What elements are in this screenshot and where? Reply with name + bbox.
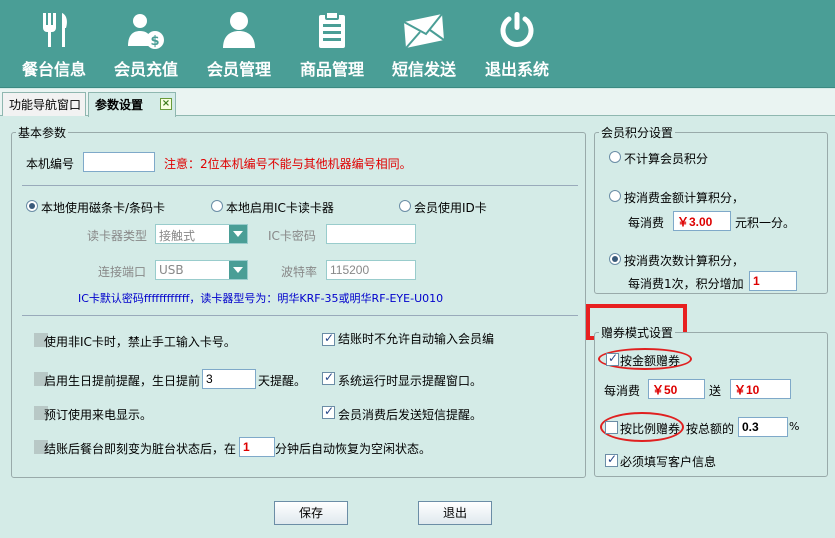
radio-id-card[interactable] — [399, 200, 411, 212]
toolbar-label: 餐台信息 — [21, 60, 86, 79]
dirty-minutes-input[interactable] — [239, 437, 275, 457]
amount-post-label: 元积一分。 — [735, 216, 796, 230]
chk-customer-info[interactable] — [605, 452, 618, 467]
chk-coupon-by-amount-label: 按金额赠券 — [620, 354, 681, 368]
toolbar-button-table-info[interactable]: 餐台信息 — [16, 0, 92, 88]
count-pre-label: 每消费1次，积分增加 — [628, 277, 744, 291]
machine-number-label: 本机编号 — [26, 157, 75, 171]
tab-bar: 功能导航窗口 参数设置 × — [0, 89, 835, 117]
port-label: 连接端口 — [98, 265, 147, 279]
machine-number-note: 注意：2位本机编号不能与其他机器编号相同。 — [164, 157, 412, 171]
chk-customer-info-label: 必须填写客户信息 — [620, 455, 717, 469]
chk-coupon-by-amount[interactable] — [606, 351, 619, 366]
tab-label: 功能导航窗口 — [9, 98, 82, 112]
radio-no-points[interactable] — [609, 151, 621, 163]
ic-password-input[interactable] — [326, 224, 416, 244]
reader-type-select[interactable]: 接触式 — [155, 224, 248, 244]
power-icon — [495, 8, 539, 52]
coupon-ratio-label: 按总额的 — [686, 422, 735, 436]
toolbar-button-member-manage[interactable]: 会员管理 — [201, 0, 277, 88]
toolbar-label: 商品管理 — [299, 60, 364, 79]
divider — [22, 315, 578, 316]
radio-points-by-count[interactable] — [609, 253, 621, 265]
port-value: USB — [159, 263, 184, 277]
reader-type-value: 接触式 — [159, 229, 196, 243]
coupon-ratio-input[interactable] — [738, 417, 788, 437]
chk-dirty-table-label: 结账后餐台即刻变为脏台状态后，在 — [44, 442, 237, 456]
ic-password-label: IC卡密码 — [268, 229, 316, 243]
coupon-spend-label: 每消费 — [604, 384, 641, 398]
chk-coupon-by-ratio[interactable] — [605, 421, 618, 434]
toolbar-button-exit-system[interactable]: 退出系统 — [479, 0, 555, 88]
user-icon — [217, 8, 261, 52]
port-select[interactable]: USB — [155, 260, 248, 280]
toolbar-label: 会员充值 — [113, 60, 178, 79]
chk-sms-after[interactable] — [322, 404, 335, 419]
basic-params-legend: 基本参数 — [18, 126, 67, 140]
points-count-input[interactable] — [749, 271, 797, 291]
baud-label: 波特率 — [281, 265, 318, 279]
chk-show-reminder[interactable] — [322, 370, 335, 385]
coupon-give-label: 送 — [709, 384, 722, 398]
chk-sms-after-label: 会员消费后发送短信提醒。 — [338, 408, 483, 422]
toolbar-button-member-recharge[interactable]: $ 会员充值 — [108, 0, 184, 88]
points-amount-input[interactable] — [673, 211, 731, 231]
ic-default-note: IC卡默认密码ffffffffffff，读卡器型号为：明华KRF-35或明华RF… — [78, 292, 444, 305]
radio-no-points-label: 不计算会员积分 — [624, 152, 709, 166]
tab-close-icon[interactable]: × — [160, 98, 172, 110]
toolbar-button-sms-send[interactable]: 短信发送 — [386, 0, 462, 88]
chevron-down-icon[interactable] — [229, 261, 247, 279]
radio-magnetic-card-label: 本地使用磁条卡/条码卡 — [41, 201, 166, 215]
toolbar-label: 短信发送 — [391, 60, 456, 79]
coupon-ratio-suffix: % — [789, 420, 800, 433]
tab-label: 参数设置 — [95, 98, 144, 112]
main-toolbar: 餐台信息 $ 会员充值 会员管理 商品管理 短信发送 退出系统 — [0, 0, 835, 88]
tab-navigation[interactable]: 功能导航窗口 — [2, 92, 86, 116]
coupon-spend-input[interactable] — [648, 379, 705, 399]
toolbar-label: 会员管理 — [206, 60, 271, 79]
coupon-legend: 赠券模式设置 — [601, 326, 674, 340]
member-money-icon: $ — [124, 8, 168, 52]
amount-pre-label: 每消费 — [628, 216, 665, 230]
birthday-days-input[interactable] — [202, 369, 256, 389]
chk-no-manual-label: 使用非IC卡时，禁止手工输入卡号。 — [44, 335, 236, 349]
reader-type-label: 读卡器类型 — [87, 229, 148, 243]
chevron-down-icon[interactable] — [229, 225, 247, 243]
radio-points-by-amount[interactable] — [609, 190, 621, 202]
envelope-icon — [402, 8, 446, 52]
radio-points-by-amount-label: 按消费金额计算积分， — [624, 191, 745, 205]
tab-parameter-settings[interactable]: 参数设置 × — [88, 92, 176, 117]
baud-input[interactable] — [326, 260, 416, 280]
chk-caller-id-label: 预订使用来电显示。 — [44, 408, 153, 422]
chk-no-auto-member-label: 结账时不允许自动输入会员编 — [338, 332, 495, 346]
chk-no-auto-member[interactable] — [322, 331, 335, 346]
svg-text:$: $ — [150, 34, 159, 49]
radio-points-by-count-label: 按消费次数计算积分， — [624, 254, 745, 268]
toolbar-button-product-manage[interactable]: 商品管理 — [294, 0, 370, 88]
toolbar-label: 退出系统 — [484, 60, 549, 79]
divider — [22, 185, 578, 186]
radio-magnetic-card[interactable] — [26, 200, 38, 212]
chk-show-reminder-label: 系统运行时显示提醒窗口。 — [338, 374, 483, 388]
birthday-days-suffix: 天提醒。 — [258, 374, 307, 388]
machine-number-input[interactable] — [83, 152, 155, 172]
chk-coupon-by-ratio-label: 按比例赠券 — [620, 422, 681, 436]
exit-button[interactable]: 退出 — [418, 501, 492, 525]
radio-ic-reader[interactable] — [211, 200, 223, 212]
points-legend: 会员积分设置 — [601, 126, 674, 140]
coupon-give-input[interactable] — [730, 379, 791, 399]
chk-birthday-label: 启用生日提前提醒，生日提前 — [44, 374, 201, 388]
dirty-minutes-suffix: 分钟后自动恢复为空闲状态。 — [275, 442, 432, 456]
radio-ic-reader-label: 本地启用IC卡读卡器 — [226, 201, 334, 215]
clipboard-icon — [310, 8, 354, 52]
fork-knife-icon — [32, 8, 76, 52]
save-button[interactable]: 保存 — [274, 501, 348, 525]
radio-id-card-label: 会员使用ID卡 — [414, 201, 487, 215]
